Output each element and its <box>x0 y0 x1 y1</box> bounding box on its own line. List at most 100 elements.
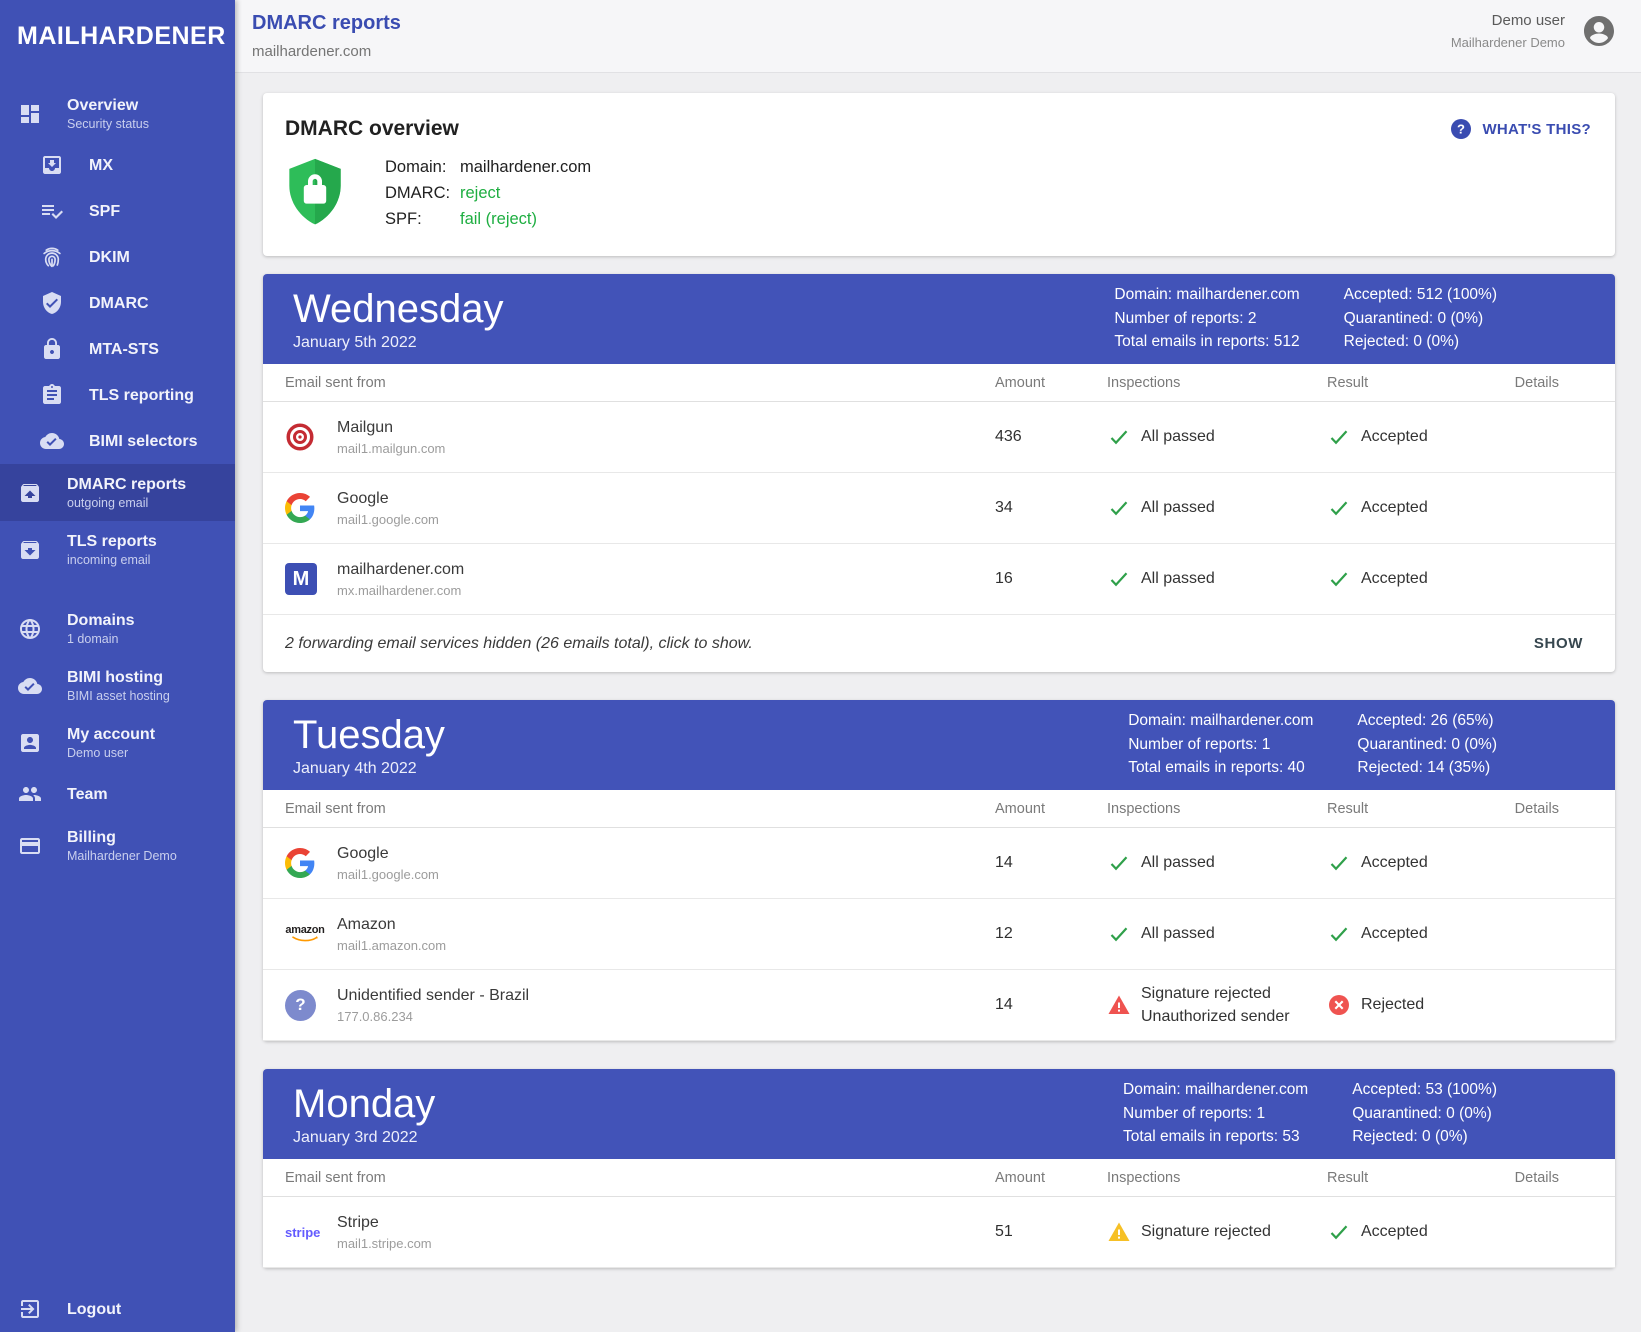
stat-line: Number of reports: 1 <box>1128 734 1313 757</box>
stat-line: Total emails in reports: 512 <box>1114 331 1299 354</box>
table-row[interactable]: amazonAmazonmail1.amazon.com12All passed… <box>263 899 1615 970</box>
whats-this-label: WHAT'S THIS? <box>1482 121 1591 138</box>
result-cell: Accepted <box>1327 425 1497 449</box>
sidebar-item-tls-reports[interactable]: TLS reportsincoming email <box>0 521 235 578</box>
overview-value: fail (reject) <box>460 209 537 230</box>
col-details: Details <box>1497 801 1593 817</box>
overview-row: Domain:mailhardener.com <box>385 157 591 178</box>
check-icon <box>1107 567 1131 591</box>
day-card-tuesday: Tuesday January 4th 2022 Domain: mailharde… <box>263 700 1615 1041</box>
avatar-icon[interactable] <box>1581 13 1617 49</box>
sender-name: mailhardener.com <box>337 561 464 579</box>
sidebar-item-bimi-selectors[interactable]: BIMI selectors <box>0 418 235 464</box>
sidebar-item-mta-sts[interactable]: MTA-STS <box>0 326 235 372</box>
sender-domain: mail1.mailgun.com <box>337 441 445 456</box>
hidden-services-notice[interactable]: 2 forwarding email services hidden (26 e… <box>285 635 753 653</box>
whats-this-link[interactable]: ? WHAT'S THIS? <box>1449 117 1591 141</box>
inspection-text: Signature rejected <box>1141 1222 1271 1242</box>
inspection-text: All passed <box>1141 498 1215 518</box>
stat-line: Domain: mailhardener.com <box>1114 284 1299 307</box>
rejected-icon <box>1327 993 1351 1017</box>
table-row[interactable]: Mailgunmail1.mailgun.com436All passedAcc… <box>263 402 1615 473</box>
details-toggle[interactable] <box>1563 1223 1593 1241</box>
sidebar-item-dkim[interactable]: DKIM <box>0 234 235 280</box>
check-icon <box>1327 425 1351 449</box>
inspection-text: All passed <box>1141 569 1215 589</box>
day-title: Tuesday <box>293 713 445 757</box>
inspection-text: Signature rejected <box>1141 984 1290 1004</box>
col-amount: Amount <box>995 801 1107 817</box>
table-row[interactable]: stripeStripemail1.stripe.com51Signature … <box>263 1197 1615 1268</box>
sidebar-item-spf[interactable]: SPF <box>0 188 235 234</box>
inbox-icon <box>18 538 42 562</box>
col-inspections: Inspections <box>1107 1170 1327 1186</box>
svg-text:?: ? <box>1457 122 1465 137</box>
sidebar-item-dmarc[interactable]: DMARC <box>0 280 235 326</box>
col-sender: Email sent from <box>285 375 995 391</box>
col-amount: Amount <box>995 1170 1107 1186</box>
sidebar-logout-wrap: Logout <box>0 1286 235 1332</box>
result-cell: Accepted <box>1327 1220 1497 1244</box>
stat-line: Rejected: 0 (0%) <box>1344 331 1497 354</box>
page-title: DMARC reports <box>252 12 401 35</box>
sidebar-item-mx[interactable]: MX <box>0 142 235 188</box>
sidebar-item-bimi-hosting[interactable]: BIMI hostingBIMI asset hosting <box>0 657 235 714</box>
show-button[interactable]: SHOW <box>1524 627 1593 660</box>
mailgun-logo <box>285 419 325 455</box>
dashboard-icon <box>18 102 42 126</box>
amount-value: 14 <box>995 854 1107 872</box>
sidebar-item-overview[interactable]: OverviewSecurity status <box>0 85 235 142</box>
user-menu[interactable]: Demo user Mailhardener Demo <box>1451 12 1617 50</box>
logout-button[interactable]: Logout <box>0 1286 235 1332</box>
inspections-cell: All passed <box>1107 922 1327 946</box>
details-toggle[interactable] <box>1563 925 1593 943</box>
col-result: Result <box>1327 801 1497 817</box>
stripe-logo: stripe <box>285 1214 325 1250</box>
sidebar-item-billing[interactable]: BillingMailhardener Demo <box>0 817 235 874</box>
check-icon <box>1107 922 1131 946</box>
day-header: MondayJanuary 3rd 2022Domain: mailharden… <box>263 1069 1615 1159</box>
credit-card-icon <box>18 834 42 858</box>
details-toggle[interactable] <box>1563 499 1593 517</box>
table-row[interactable]: Mmailhardener.commx.mailhardener.com16Al… <box>263 544 1615 615</box>
app-root: MAILHARDENER OverviewSecurity statusMXSP… <box>0 0 1641 1332</box>
details-toggle[interactable] <box>1563 854 1593 872</box>
col-amount: Amount <box>995 375 1107 391</box>
content-area: DMARC overview ? WHAT'S THIS? <box>235 73 1641 1332</box>
stat-line: Quarantined: 0 (0%) <box>1357 734 1497 757</box>
sidebar-item-my-account[interactable]: My accountDemo user <box>0 714 235 771</box>
details-toggle[interactable] <box>1563 996 1593 1014</box>
sidebar-item-domains[interactable]: Domains1 domain <box>0 600 235 657</box>
overview-row: SPF:fail (reject) <box>385 209 591 230</box>
overview-value: mailhardener.com <box>460 157 591 178</box>
result-cell: Accepted <box>1327 496 1497 520</box>
user-name: Demo user <box>1451 12 1565 29</box>
main-area: DMARC reports mailhardener.com Demo user… <box>235 0 1641 1332</box>
col-details: Details <box>1497 375 1593 391</box>
day-date: January 4th 2022 <box>293 760 445 778</box>
table-row[interactable]: Googlemail1.google.com14All passedAccept… <box>263 828 1615 899</box>
amount-value: 51 <box>995 1223 1107 1241</box>
cloud-check-icon <box>18 674 42 698</box>
check-icon <box>1327 567 1351 591</box>
result-cell: Rejected <box>1327 993 1497 1017</box>
table-row[interactable]: ?Unidentified sender - Brazil177.0.86.23… <box>263 970 1615 1041</box>
sidebar-item-dmarc-reports[interactable]: DMARC reportsoutgoing email <box>0 464 235 521</box>
help-icon: ? <box>1449 117 1473 141</box>
amount-value: 34 <box>995 499 1107 517</box>
google-logo <box>285 845 325 881</box>
details-toggle[interactable] <box>1563 428 1593 446</box>
sidebar-item-team[interactable]: Team <box>0 771 235 817</box>
result-text: Accepted <box>1361 498 1428 518</box>
inspections-cell: All passed <box>1107 496 1327 520</box>
day-stats: Domain: mailhardener.comNumber of report… <box>1128 710 1615 780</box>
table-row[interactable]: Googlemail1.google.com34All passedAccept… <box>263 473 1615 544</box>
cloud-check-icon <box>40 429 64 453</box>
check-icon <box>1107 496 1131 520</box>
stat-line: Accepted: 53 (100%) <box>1352 1079 1497 1102</box>
sidebar-item-tls-reporting[interactable]: TLS reporting <box>0 372 235 418</box>
details-toggle[interactable] <box>1563 570 1593 588</box>
sender-name: Stripe <box>337 1214 432 1232</box>
hidden-services-row: 2 forwarding email services hidden (26 e… <box>263 615 1615 672</box>
fingerprint-icon <box>40 245 64 269</box>
